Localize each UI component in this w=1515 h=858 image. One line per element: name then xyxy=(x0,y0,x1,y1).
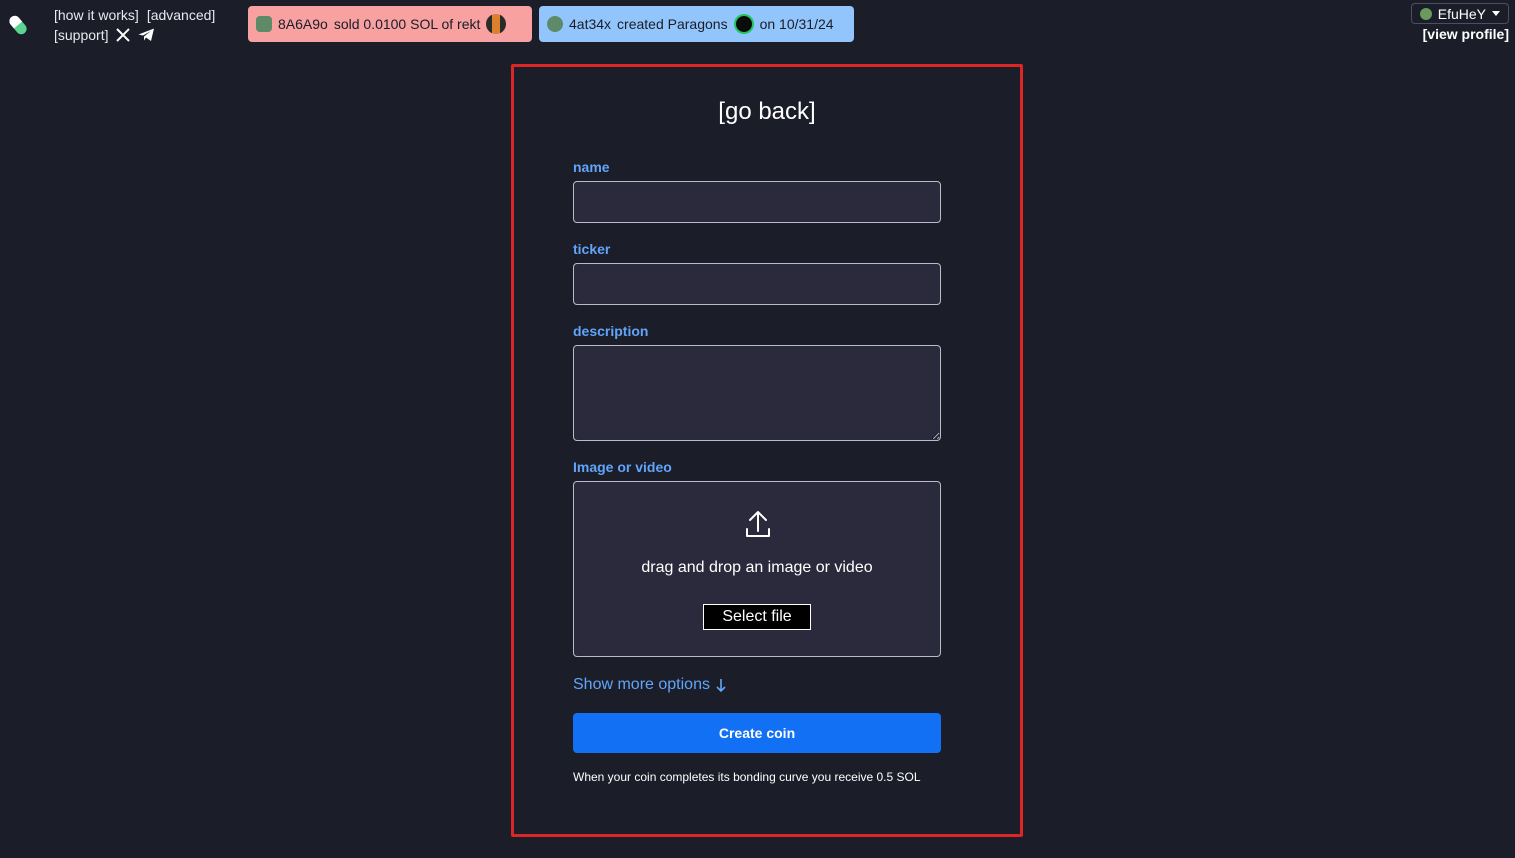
name-input[interactable] xyxy=(573,181,941,223)
advanced-link[interactable]: [advanced] xyxy=(147,5,216,25)
dropzone-text: drag and drop an image or video xyxy=(641,559,873,576)
ticker-text: created Paragons xyxy=(617,16,728,32)
how-it-works-link[interactable]: [how it works] xyxy=(54,5,139,25)
select-file-button[interactable]: Select file xyxy=(703,604,811,630)
create-coin-panel: [go back] name ticker description Image … xyxy=(511,64,1023,837)
name-label: name xyxy=(573,159,610,175)
go-back-link[interactable]: [go back] xyxy=(514,98,1020,126)
description-label: description xyxy=(573,323,649,339)
trade-ticker-sell[interactable]: 8A6A9o sold 0.0100 SOL of rekt xyxy=(248,6,532,42)
user-avatar-icon xyxy=(547,16,563,32)
user-avatar-icon xyxy=(1419,7,1432,20)
ticker-user: 8A6A9o xyxy=(278,16,328,32)
ticker-date: on 10/31/24 xyxy=(759,16,834,32)
user-avatar-icon xyxy=(256,16,272,32)
x-twitter-icon[interactable] xyxy=(116,28,131,42)
description-textarea[interactable] xyxy=(573,345,941,441)
support-link[interactable]: [support] xyxy=(54,25,108,45)
show-more-options-link[interactable]: Show more options xyxy=(573,676,726,694)
coin-image-icon xyxy=(733,14,754,34)
show-more-options-label: Show more options xyxy=(573,676,710,693)
ticker-input[interactable] xyxy=(573,263,941,305)
ticker-user: 4at34x xyxy=(569,16,612,32)
create-coin-button[interactable]: Create coin xyxy=(573,713,941,753)
bonding-curve-note: When your coin completes its bonding cur… xyxy=(573,770,921,784)
ticker-label: ticker xyxy=(573,241,611,257)
arrow-down-icon xyxy=(716,679,726,692)
telegram-icon[interactable] xyxy=(138,28,155,42)
trade-ticker-create[interactable]: 4at34x created Paragons on 10/31/24 xyxy=(539,6,854,42)
media-dropzone[interactable]: drag and drop an image or video Select f… xyxy=(573,481,941,657)
caret-down-icon xyxy=(1492,10,1500,16)
media-label: Image or video xyxy=(573,459,672,475)
username: EfuHeY xyxy=(1437,5,1486,22)
upload-icon xyxy=(746,511,770,537)
coin-image-icon xyxy=(486,14,507,34)
view-profile-link[interactable]: [view profile] xyxy=(1423,26,1509,42)
user-menu-button[interactable]: EfuHeY xyxy=(1410,3,1509,24)
pill-logo-icon[interactable] xyxy=(6,11,30,39)
ticker-text: sold 0.0100 SOL of rekt xyxy=(333,16,481,32)
header-nav: [how it works] [advanced] [support] xyxy=(54,5,215,45)
